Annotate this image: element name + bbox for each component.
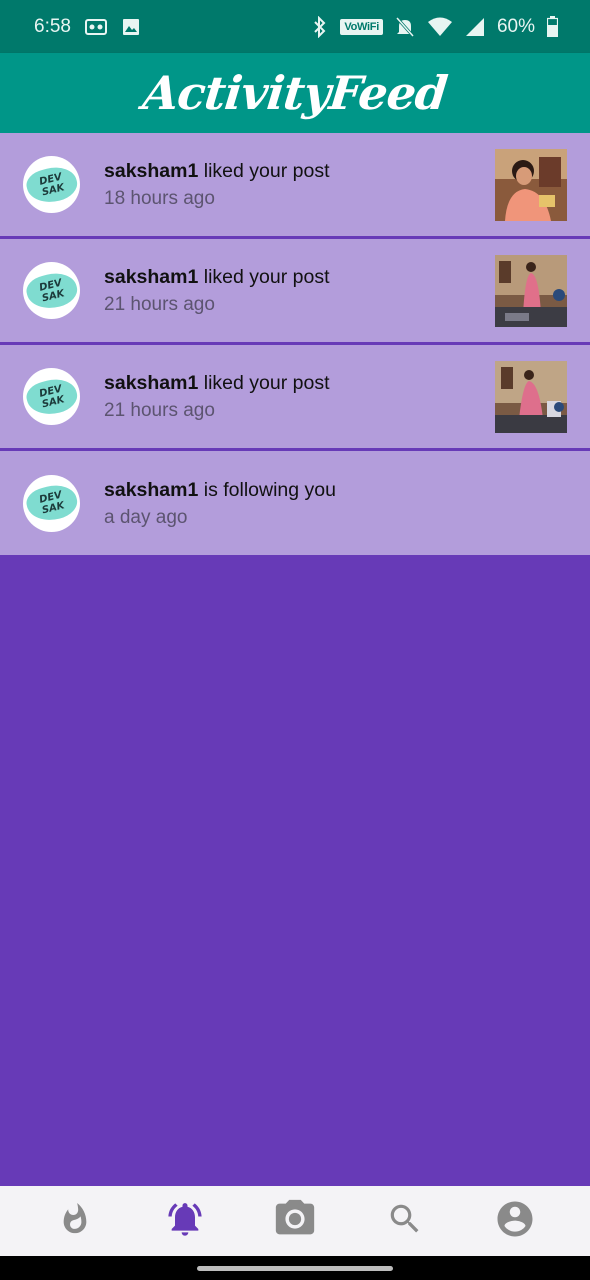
voicemail-icon [84, 17, 107, 37]
post-thumbnail[interactable] [495, 360, 567, 433]
cellular-signal-icon [465, 17, 485, 37]
avatar-logo: DEV SAK [23, 161, 80, 208]
feed-timestamp: a day ago [104, 506, 188, 528]
username[interactable]: saksham1 [104, 266, 198, 288]
feed-item[interactable]: DEV SAK saksham1 is following you a day … [0, 451, 590, 555]
post-thumbnail[interactable] [495, 254, 567, 327]
feed-item[interactable]: DEV SAK saksham1 liked your post 21 hour… [0, 345, 590, 451]
avatar-logo: DEV SAK [23, 373, 80, 420]
feed-action: liked your post [203, 160, 330, 182]
avatar-logo: DEV SAK [23, 480, 80, 526]
feed-action: liked your post [203, 372, 330, 394]
feed-timestamp: 21 hours ago [104, 294, 215, 315]
username[interactable]: saksham1 [104, 160, 198, 182]
feed-text: saksham1 is following you a day ago [104, 478, 567, 529]
vowifi-badge: VoWiFi [340, 18, 383, 35]
search-icon [386, 1200, 424, 1243]
nav-upload[interactable] [265, 1191, 325, 1251]
avatar-logo: DEV SAK [23, 267, 80, 314]
system-gesture-bar [0, 1256, 590, 1280]
feed-text: saksham1 liked your post 21 hours ago [104, 371, 495, 422]
feed-item[interactable]: DEV SAK saksham1 liked your post 18 hour… [0, 133, 590, 239]
avatar[interactable]: DEV SAK [23, 262, 80, 319]
notifications-active-icon [165, 1199, 205, 1244]
home-gesture-handle[interactable] [197, 1266, 393, 1271]
nav-profile[interactable] [485, 1191, 545, 1251]
status-bar: 6:58 VoWiFi 60% [0, 0, 590, 53]
account-circle-icon [494, 1198, 536, 1245]
app-bar: ActivityFeed [0, 53, 590, 133]
feed-action: is following you [203, 478, 336, 501]
battery-percent: 60% [496, 15, 535, 37]
post-thumbnail[interactable] [495, 148, 567, 221]
activity-feed-list: DEV SAK saksham1 liked your post 18 hour… [0, 133, 590, 555]
feed-item[interactable]: DEV SAK saksham1 liked your post 21 hour… [0, 239, 590, 345]
whatshot-icon [58, 1201, 92, 1242]
username[interactable]: saksham1 [104, 372, 198, 394]
image-icon [121, 17, 141, 37]
avatar[interactable]: DEV SAK [23, 474, 80, 532]
feed-text: saksham1 liked your post 18 hours ago [104, 159, 495, 210]
mute-icon [395, 16, 415, 38]
feed-action: liked your post [203, 266, 330, 288]
page-title: ActivityFeed [140, 66, 450, 120]
feed-text: saksham1 liked your post 21 hours ago [104, 265, 495, 316]
avatar[interactable]: DEV SAK [23, 156, 80, 213]
nav-timeline[interactable] [45, 1191, 105, 1251]
nav-activity-feed[interactable] [155, 1191, 215, 1251]
status-time: 6:58 [34, 15, 71, 37]
feed-timestamp: 18 hours ago [104, 188, 215, 209]
photo-camera-icon [272, 1196, 318, 1247]
avatar[interactable]: DEV SAK [23, 368, 80, 425]
bottom-navigation [0, 1186, 590, 1256]
battery-icon [547, 16, 558, 37]
nav-search[interactable] [375, 1191, 435, 1251]
wifi-icon [427, 17, 453, 37]
username[interactable]: saksham1 [104, 479, 198, 501]
bluetooth-icon [312, 15, 328, 38]
feed-timestamp: 21 hours ago [104, 400, 215, 421]
